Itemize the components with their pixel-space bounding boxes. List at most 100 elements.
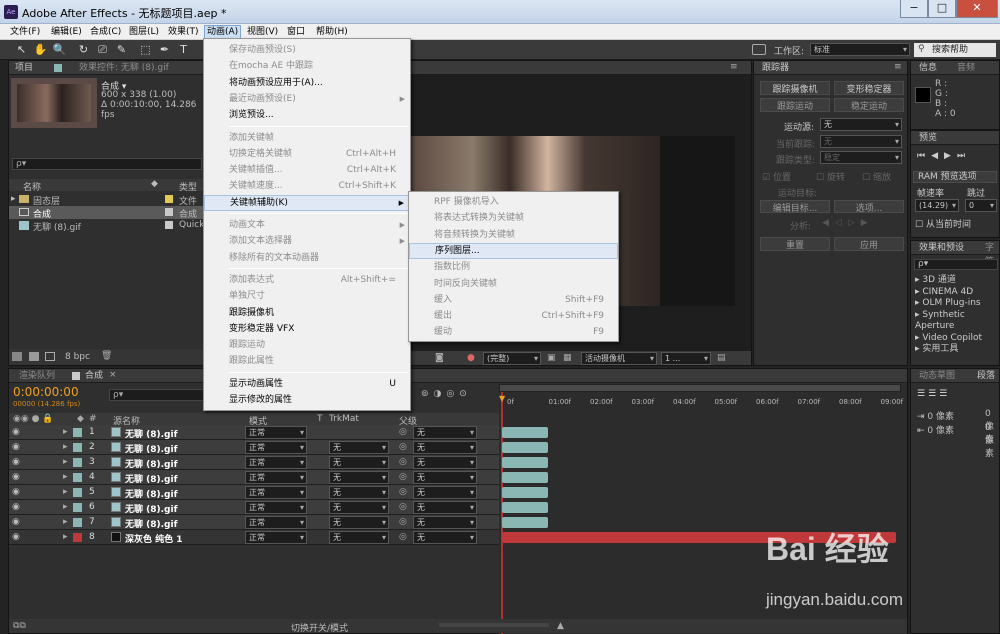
submenu-item[interactable]: 缓入 Shift+F9 (409, 292, 618, 308)
tab-close-icon[interactable]: × (109, 370, 117, 380)
trkmat-select[interactable]: 无 (329, 486, 389, 499)
pickwhip-icon[interactable]: ◎ (399, 487, 407, 497)
parent-select[interactable]: 无 (413, 471, 477, 484)
layer-mode-select[interactable]: 正常 (245, 456, 307, 469)
shape-tool-icon[interactable]: ⬚ (138, 42, 153, 57)
tab-effect-controls[interactable]: 效果控件: 无聊 (8).gif (75, 61, 173, 75)
menu-item[interactable]: 关键帧速度... Ctrl+Shift+K (204, 178, 410, 194)
list-item[interactable]: ▸ CINEMA 4D (915, 287, 999, 299)
expand-arrow-icon[interactable]: ▸ (63, 472, 68, 482)
eye-icon[interactable]: ◉ (12, 472, 20, 482)
hand-tool-icon[interactable]: ✋ (33, 42, 48, 57)
label-color[interactable] (73, 473, 82, 482)
eye-icon[interactable]: ◉ (12, 502, 20, 512)
menu-item[interactable]: 在mocha AE 中跟踪 (204, 58, 410, 74)
col-trkmat[interactable]: TrkMat (329, 414, 359, 424)
trkmat-select[interactable]: 无 (329, 471, 389, 484)
layer-mode-select[interactable]: 正常 (245, 441, 307, 454)
pickwhip-icon[interactable]: ◎ (399, 457, 407, 467)
label-color[interactable] (73, 503, 82, 512)
toggle-switches-modes[interactable]: 切换开关/模式 (291, 621, 348, 634)
views-select[interactable]: 1 ... (661, 352, 711, 365)
menu-item[interactable]: 将动画预设应用于(A)... (204, 75, 410, 91)
warp-stabilizer-button[interactable]: 变形稳定器 (834, 81, 904, 95)
eye-icon[interactable]: ◉ (12, 487, 20, 497)
menu-item[interactable]: 关键帧插值... Ctrl+Alt+K (204, 162, 410, 178)
list-item[interactable]: ▸ Video Copilot (915, 333, 999, 345)
track-camera-button[interactable]: 跟踪摄像机 (760, 81, 830, 95)
label-color[interactable] (73, 518, 82, 527)
time-ruler[interactable]: 0f 01:00f 02:00f 03:00f 04:00f 05:00f 06:00f 07… (499, 396, 903, 410)
trkmat-select[interactable]: 无 (329, 531, 389, 544)
eye-icon[interactable]: ◉ (12, 517, 20, 527)
parent-select[interactable]: 无 (413, 516, 477, 529)
menu-item[interactable]: 显示修改的属性 (204, 392, 410, 408)
camera-select[interactable]: 活动摄像机 (581, 352, 657, 365)
layer-mode-select[interactable]: 正常 (245, 531, 307, 544)
tab-paragraph[interactable]: 段落 (973, 369, 999, 383)
track-type-select[interactable]: 稳定 (820, 151, 902, 164)
camera-tool-icon[interactable]: ⎚ (95, 42, 110, 57)
playhead-icon[interactable]: ▼ (499, 394, 509, 403)
expand-arrow-icon[interactable]: ▸ (63, 517, 68, 527)
list-item[interactable]: 合成 合成 (9, 206, 203, 220)
motion-source-select[interactable]: 无 (820, 118, 902, 131)
tab-audio[interactable]: 音频 (953, 61, 979, 75)
tab-motion-sketch[interactable]: 动态草图 (915, 369, 959, 383)
parent-select[interactable]: 无 (413, 426, 477, 439)
submenu-item[interactable]: 时间反向关键帧 (409, 276, 618, 292)
selection-tool-icon[interactable]: ↖ (14, 42, 29, 57)
eye-icon[interactable]: ◉ (12, 427, 20, 437)
submenu-item[interactable]: 缓出 Ctrl+Shift+F9 (409, 308, 618, 324)
menu-item[interactable]: 添加文本选择器 ▶ (204, 233, 410, 249)
menu-item[interactable]: 添加表达式 Alt+Shift+= (204, 272, 410, 288)
pan-behind-tool-icon[interactable]: ✎ (114, 42, 129, 57)
trkmat-select[interactable]: 无 (329, 456, 389, 469)
list-item[interactable]: ▸ OLM Plug-ins (915, 298, 999, 310)
layer-duration-bar[interactable] (502, 472, 548, 483)
apply-button[interactable]: 应用 (834, 237, 904, 251)
parent-select[interactable]: 无 (413, 441, 477, 454)
pen-tool-icon[interactable]: ✒ (157, 42, 172, 57)
zoom-tool-icon[interactable]: 🔍 (52, 42, 67, 57)
current-track-select[interactable]: 无 (820, 135, 902, 148)
minimize-button[interactable]: − (900, 0, 928, 18)
reset-button[interactable]: 重置 (760, 237, 830, 251)
parent-select[interactable]: 无 (413, 456, 477, 469)
menu-item[interactable]: 显示动画属性 U (204, 376, 410, 392)
layer-row[interactable]: ◉ ▸ 4 无聊 (8).gif 正常 无 ◎ 无 (9, 470, 499, 485)
zoom-slider[interactable] (439, 623, 549, 627)
submenu-item[interactable]: 指数比例 (409, 259, 618, 275)
label-color[interactable] (73, 533, 82, 542)
timeline-search-input[interactable]: ρ▾ (109, 389, 205, 401)
menu-item[interactable]: 变形稳定器 VFX (204, 321, 410, 337)
layer-row[interactable]: ◉ ▸ 7 无聊 (8).gif 正常 无 ◎ 无 (9, 515, 499, 530)
workspace-icon[interactable] (752, 44, 766, 55)
layer-duration-bar[interactable] (502, 487, 548, 498)
bpc-label[interactable]: 8 bpc (65, 352, 90, 362)
layer-row[interactable]: ◉ ▸ 2 无聊 (8).gif 正常 无 ◎ 无 (9, 440, 499, 455)
menu-effect[interactable]: 效果(T) (166, 25, 201, 39)
menu-item[interactable]: 移除所有的文本动画器 (204, 250, 410, 266)
menu-item[interactable]: 添加关键帧 (204, 130, 410, 146)
menu-item[interactable]: 单独尺寸 (204, 288, 410, 304)
layer-row[interactable]: ◉ ▸ 1 无聊 (8).gif 正常 ◎ 无 (9, 425, 499, 440)
layer-duration-bar[interactable] (502, 442, 548, 453)
options-button[interactable]: 选项... (834, 200, 904, 214)
list-item[interactable]: 无聊 (8).gif Quick (9, 219, 204, 233)
channel-icon[interactable]: ● (467, 353, 475, 363)
list-item[interactable]: ▸ Synthetic Aperture (915, 310, 999, 333)
space-before[interactable]: ⇤ 0 像素 (917, 423, 954, 436)
indent-left[interactable]: ⇥ 0 像素 (917, 409, 954, 422)
trkmat-select[interactable]: 无 (329, 516, 389, 529)
snapshot-icon[interactable]: ◙ (435, 353, 444, 363)
col-name[interactable]: 名称 (23, 180, 41, 193)
submenu-item[interactable]: 序列图层... (409, 242, 618, 259)
close-button[interactable]: ✕ (956, 0, 998, 18)
label-color[interactable] (73, 488, 82, 497)
submenu-item[interactable]: RPF 摄像机导入 (409, 194, 618, 210)
layer-mode-select[interactable]: 正常 (245, 501, 307, 514)
maximize-button[interactable]: □ (928, 0, 956, 18)
tab-effects-presets[interactable]: 效果和预设 (915, 241, 968, 255)
analyze-controls[interactable]: ◀◁▷▶ (822, 218, 874, 228)
